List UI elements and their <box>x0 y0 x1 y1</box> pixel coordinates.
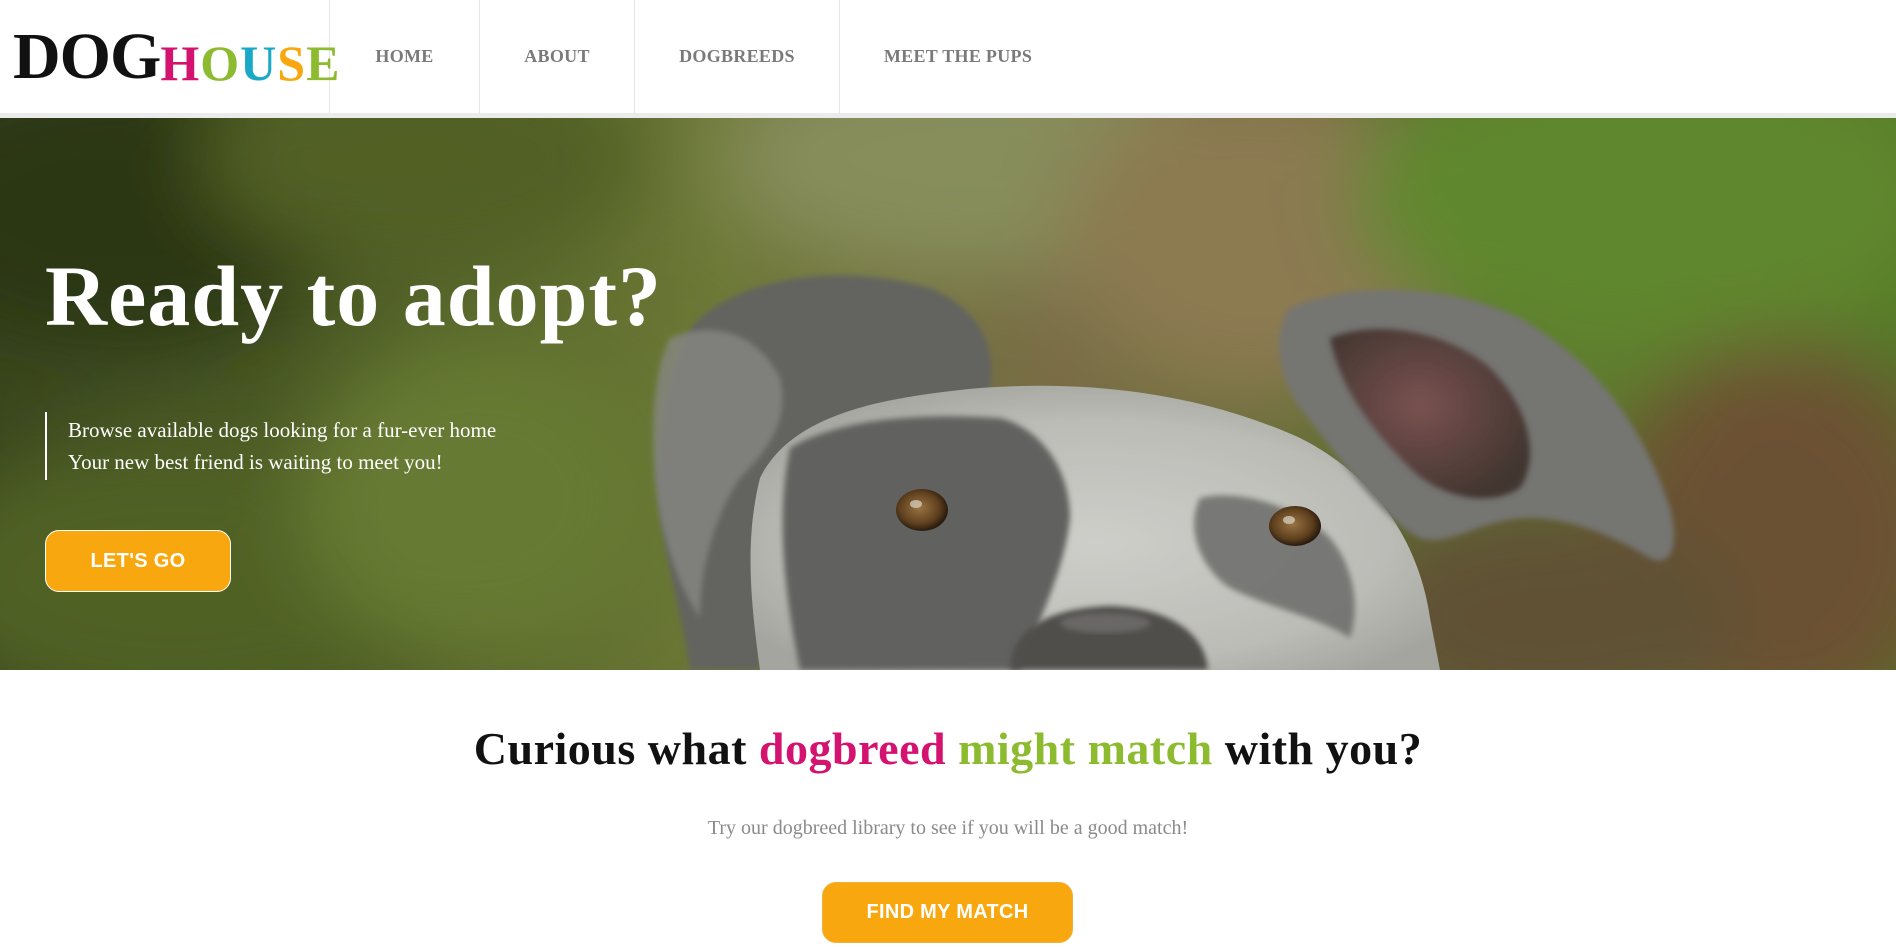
hero-title: Ready to adopt? <box>45 248 663 344</box>
hero-banner: Ready to adopt? Browse available dogs lo… <box>0 118 1896 670</box>
logo-letter: S <box>277 34 307 91</box>
match-subtitle: Try our dogbreed library to see if you w… <box>707 817 1189 839</box>
match-heading-dogbreed: dogbreed <box>758 723 947 774</box>
site-header: DOG HOUSE HOME ABOUT DOGBREEDS MEET THE … <box>0 0 1896 113</box>
match-heading-part4: with you? <box>1212 723 1423 774</box>
nav-home[interactable]: HOME <box>330 0 480 113</box>
logo-dog-text: DOG <box>13 19 161 93</box>
logo-house-text: HOUSE <box>160 38 340 88</box>
logo-letter: H <box>160 34 201 91</box>
main-nav: HOME ABOUT DOGBREEDS MEET THE PUPS <box>330 0 1076 113</box>
lets-go-button[interactable]: LET'S GO <box>45 530 231 592</box>
nav-about[interactable]: ABOUT <box>480 0 635 113</box>
logo-letter: O <box>200 34 241 91</box>
find-my-match-button[interactable]: FIND MY MATCH <box>822 882 1073 943</box>
nav-meet-the-pups[interactable]: MEET THE PUPS <box>840 0 1076 113</box>
nav-dogbreeds[interactable]: DOGBREEDS <box>635 0 840 113</box>
hero-tagline-line1: Browse available dogs looking for a fur-… <box>68 418 497 442</box>
hero-dog-photo <box>0 118 1896 670</box>
match-heading-might-match: might match <box>946 723 1213 774</box>
match-heading: Curious what dogbreed might match with y… <box>0 722 1896 775</box>
hero-tagline-line2: Your new best friend is waiting to meet … <box>68 450 443 474</box>
logo-letter: U <box>240 34 278 91</box>
hero-tagline: Browse available dogs looking for a fur-… <box>45 412 496 480</box>
logo-letter: E <box>306 34 341 91</box>
match-heading-part1: Curious what <box>473 723 759 774</box>
site-logo[interactable]: DOG HOUSE <box>0 0 339 113</box>
